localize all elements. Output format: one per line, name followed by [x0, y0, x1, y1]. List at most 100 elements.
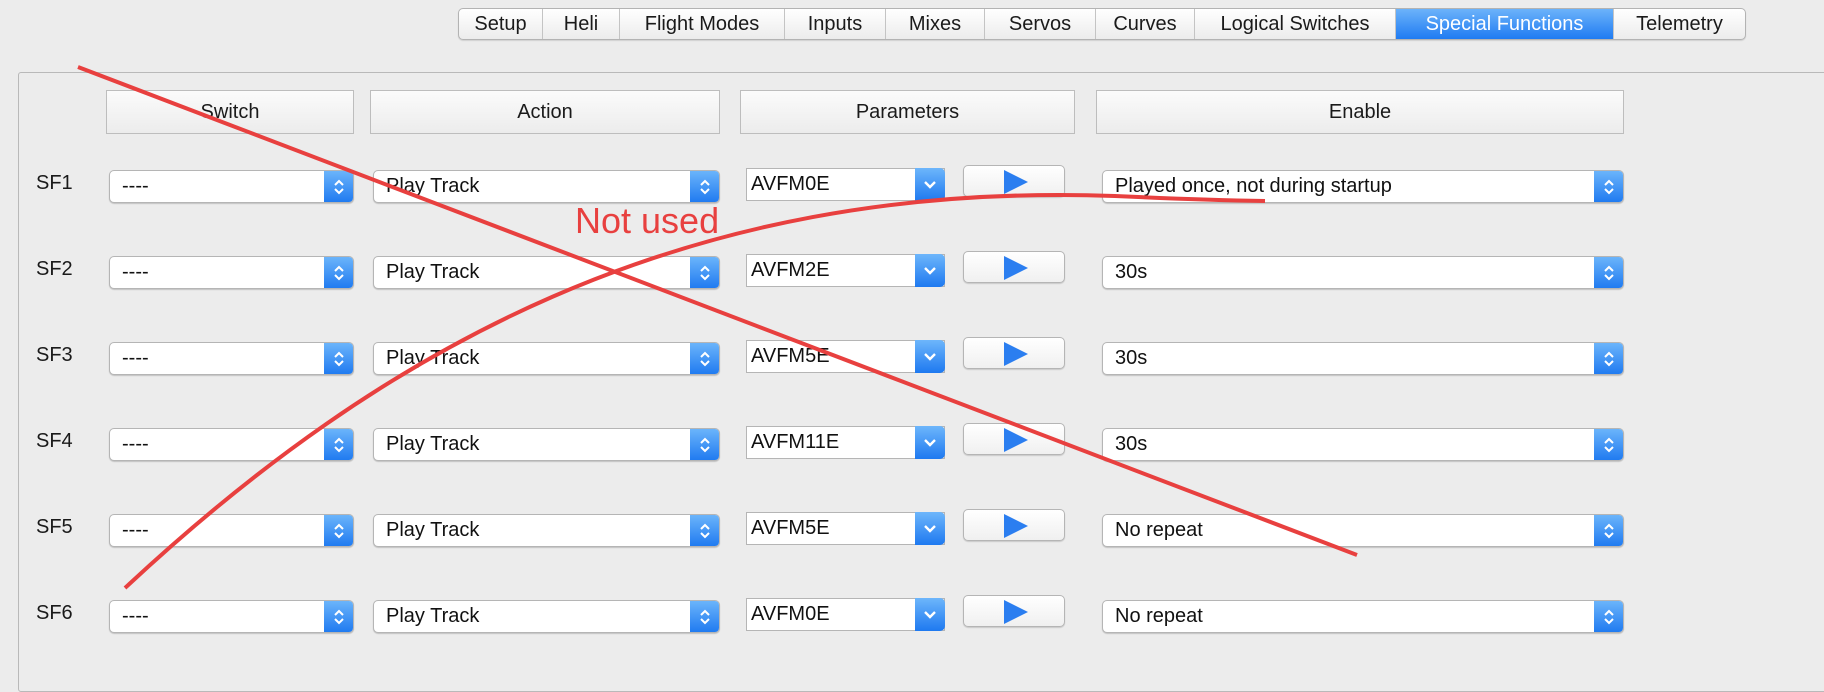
tab-inputs[interactable]: Inputs: [785, 9, 886, 39]
enable-select-sf1[interactable]: Played once, not during startup: [1102, 170, 1624, 203]
track-combo-sf3[interactable]: AVFM5E: [746, 340, 945, 373]
play-icon: [1004, 600, 1028, 624]
up-down-chevron-icon: [1594, 257, 1623, 288]
track-value: AVFM5E: [751, 517, 830, 539]
chevron-down-icon: [915, 168, 945, 201]
play-button-sf1[interactable]: [963, 165, 1065, 197]
up-down-chevron-icon: [690, 343, 719, 374]
tab-special-functions[interactable]: Special Functions: [1396, 9, 1614, 39]
track-value: AVFM0E: [751, 173, 830, 195]
action-select-sf4[interactable]: Play Track: [373, 428, 720, 461]
up-down-chevron-icon: [324, 429, 353, 460]
enable-select-sf6[interactable]: No repeat: [1102, 600, 1624, 633]
enable-value: 30s: [1115, 433, 1148, 455]
switch-select-sf1[interactable]: ----: [109, 170, 354, 203]
up-down-chevron-icon: [324, 257, 353, 288]
play-button-sf5[interactable]: [963, 509, 1065, 541]
up-down-chevron-icon: [1594, 429, 1623, 460]
tab-bar: Setup Heli Flight Modes Inputs Mixes Ser…: [458, 8, 1746, 40]
track-combo-sf2[interactable]: AVFM2E: [746, 254, 945, 287]
up-down-chevron-icon: [690, 515, 719, 546]
action-select-sf2[interactable]: Play Track: [373, 256, 720, 289]
tab-servos[interactable]: Servos: [985, 9, 1096, 39]
track-combo-sf5[interactable]: AVFM5E: [746, 512, 945, 545]
tab-flight-modes[interactable]: Flight Modes: [620, 9, 785, 39]
switch-value: ----: [122, 605, 149, 627]
track-value: AVFM5E: [751, 345, 830, 367]
play-button-sf2[interactable]: [963, 251, 1065, 283]
enable-value: Played once, not during startup: [1115, 175, 1392, 197]
switch-select-sf3[interactable]: ----: [109, 342, 354, 375]
enable-value: No repeat: [1115, 519, 1203, 541]
chevron-down-icon: [915, 426, 945, 459]
row-label-sf5: SF5: [36, 516, 73, 538]
enable-select-sf4[interactable]: 30s: [1102, 428, 1624, 461]
tab-telemetry[interactable]: Telemetry: [1614, 9, 1745, 39]
column-header-action: Action: [370, 90, 720, 134]
enable-select-sf5[interactable]: No repeat: [1102, 514, 1624, 547]
up-down-chevron-icon: [690, 257, 719, 288]
enable-value: No repeat: [1115, 605, 1203, 627]
tab-logical-switches[interactable]: Logical Switches: [1195, 9, 1396, 39]
play-icon: [1004, 428, 1028, 452]
tab-curves[interactable]: Curves: [1096, 9, 1195, 39]
row-label-sf6: SF6: [36, 602, 73, 624]
play-button-sf3[interactable]: [963, 337, 1065, 369]
track-value: AVFM2E: [751, 259, 830, 281]
track-value: AVFM11E: [751, 431, 840, 453]
play-icon: [1004, 514, 1028, 538]
row-label-sf4: SF4: [36, 430, 73, 452]
tab-setup[interactable]: Setup: [459, 9, 543, 39]
switch-value: ----: [122, 347, 149, 369]
column-header-switch: Switch: [106, 90, 354, 134]
action-select-sf5[interactable]: Play Track: [373, 514, 720, 547]
chevron-down-icon: [915, 598, 945, 631]
enable-value: 30s: [1115, 261, 1148, 283]
action-select-sf1[interactable]: Play Track: [373, 170, 720, 203]
track-combo-sf1[interactable]: AVFM0E: [746, 168, 945, 201]
switch-select-sf2[interactable]: ----: [109, 256, 354, 289]
tab-heli[interactable]: Heli: [543, 9, 620, 39]
chevron-down-icon: [915, 512, 945, 545]
action-value: Play Track: [386, 175, 480, 197]
up-down-chevron-icon: [1594, 343, 1623, 374]
track-combo-sf4[interactable]: AVFM11E: [746, 426, 945, 459]
action-select-sf3[interactable]: Play Track: [373, 342, 720, 375]
up-down-chevron-icon: [1594, 171, 1623, 202]
play-icon: [1004, 170, 1028, 194]
action-select-sf6[interactable]: Play Track: [373, 600, 720, 633]
not-used-annotation: Not used: [575, 200, 720, 241]
switch-value: ----: [122, 175, 149, 197]
switch-value: ----: [122, 433, 149, 455]
row-label-sf2: SF2: [36, 258, 73, 280]
enable-value: 30s: [1115, 347, 1148, 369]
play-button-sf4[interactable]: [963, 423, 1065, 455]
track-combo-sf6[interactable]: AVFM0E: [746, 598, 945, 631]
up-down-chevron-icon: [324, 171, 353, 202]
play-icon: [1004, 342, 1028, 366]
switch-select-sf4[interactable]: ----: [109, 428, 354, 461]
row-label-sf3: SF3: [36, 344, 73, 366]
up-down-chevron-icon: [324, 515, 353, 546]
up-down-chevron-icon: [324, 601, 353, 632]
track-value: AVFM0E: [751, 603, 830, 625]
switch-select-sf6[interactable]: ----: [109, 600, 354, 633]
column-header-parameters: Parameters: [740, 90, 1075, 134]
chevron-down-icon: [915, 340, 945, 373]
column-header-enable: Enable: [1096, 90, 1624, 134]
tab-mixes[interactable]: Mixes: [886, 9, 985, 39]
action-value: Play Track: [386, 347, 480, 369]
chevron-down-icon: [915, 254, 945, 287]
row-label-sf1: SF1: [36, 172, 73, 194]
enable-select-sf3[interactable]: 30s: [1102, 342, 1624, 375]
switch-value: ----: [122, 261, 149, 283]
action-value: Play Track: [386, 433, 480, 455]
play-button-sf6[interactable]: [963, 595, 1065, 627]
up-down-chevron-icon: [690, 429, 719, 460]
up-down-chevron-icon: [690, 171, 719, 202]
action-value: Play Track: [386, 261, 480, 283]
switch-select-sf5[interactable]: ----: [109, 514, 354, 547]
up-down-chevron-icon: [1594, 601, 1623, 632]
up-down-chevron-icon: [690, 601, 719, 632]
enable-select-sf2[interactable]: 30s: [1102, 256, 1624, 289]
